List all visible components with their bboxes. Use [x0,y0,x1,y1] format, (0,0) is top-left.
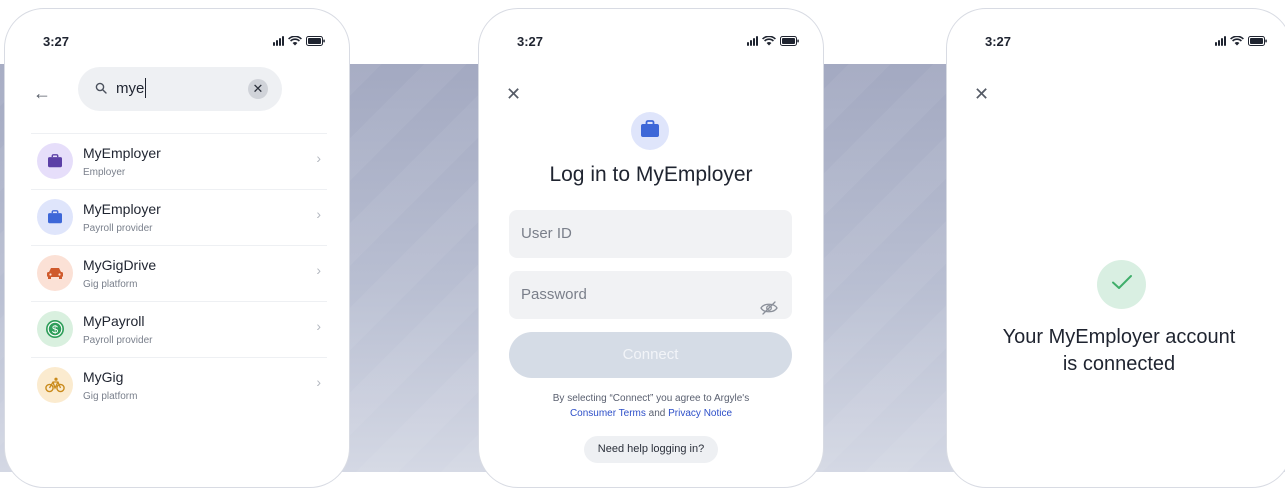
user-id-placeholder: User ID [521,225,572,242]
close-icon[interactable]: ✕ [506,85,521,103]
eye-off-icon[interactable] [760,287,778,335]
search-query[interactable]: mye [116,80,144,97]
connected-message: Your MyEmployer account is connected [947,324,1285,378]
result-name: MyEmployer [83,145,161,161]
status-icons [1215,36,1267,46]
terms-prefix: By selecting “Connect” you agree to Argy… [552,393,750,404]
phone-search-screen: 3:27 ← mye ✕ MyEmployer Employer › MyEmploy… [4,8,350,488]
signal-icon [1215,36,1226,46]
result-row[interactable]: MyGigDrive Gig platform › [31,245,327,301]
result-type: Gig platform [83,279,138,290]
battery-icon [780,36,799,46]
text-caret [145,78,146,98]
result-name: MyGig [83,369,124,385]
password-input[interactable]: Password [509,271,792,319]
terms-links: Consumer Terms and Privacy Notice [479,406,823,421]
result-type: Gig platform [83,391,138,402]
wifi-icon [1230,36,1244,46]
password-placeholder: Password [521,286,587,303]
close-icon[interactable]: ✕ [974,85,989,103]
employer-logo [631,112,669,150]
briefcase-icon [37,199,73,235]
login-title: Log in to MyEmployer [549,163,753,186]
search-icon [95,81,107,99]
status-bar: 3:27 [479,34,823,54]
chevron-right-icon: › [316,206,321,222]
status-time: 3:27 [43,34,70,49]
dollar-icon: $ [37,311,73,347]
chevron-right-icon: › [316,262,321,278]
status-icons [747,36,799,46]
signal-icon [273,36,284,46]
battery-icon [306,36,325,46]
connect-button[interactable]: Connect [509,332,792,378]
success-badge [1097,260,1146,309]
result-type: Payroll provider [83,223,153,234]
signal-icon [747,36,758,46]
phone-login-screen: 3:27 ✕ Log in to MyEmployer User ID Pass… [478,8,824,488]
status-time: 3:27 [517,34,544,49]
need-help-button[interactable]: Need help logging in? [584,436,718,463]
status-bar: 3:27 [5,34,349,54]
chevron-right-icon: › [316,150,321,166]
phone-success-screen: 3:27 ✕ Your MyEmployer account is connec… [946,8,1285,488]
result-row[interactable]: MyEmployer Payroll provider › [31,189,327,245]
connected-message-line1: Your MyEmployer account [1002,326,1236,348]
result-row[interactable]: MyEmployer Employer › [31,133,327,189]
user-id-input[interactable]: User ID [509,210,792,258]
bicycle-icon [37,367,73,403]
wifi-icon [288,36,302,46]
wifi-icon [762,36,776,46]
result-row[interactable]: $ MyPayroll Payroll provider › [31,301,327,357]
result-name: MyPayroll [83,313,145,329]
search-field[interactable]: mye ✕ [78,67,282,111]
chevron-right-icon: › [316,318,321,334]
result-type: Employer [83,167,126,178]
status-time: 3:27 [985,34,1012,49]
chevron-right-icon: › [316,374,321,390]
battery-icon [1248,36,1267,46]
status-bar: 3:27 [947,34,1285,54]
privacy-notice-link[interactable]: Privacy Notice [668,408,732,419]
clear-search-button[interactable]: ✕ [248,79,268,99]
result-type: Payroll provider [83,335,153,346]
terms-text: By selecting “Connect” you agree to Argy… [479,391,823,421]
terms-and: and [645,408,669,419]
status-icons [273,36,325,46]
car-icon [37,255,73,291]
search-results-list: MyEmployer Employer › MyEmployer Payroll pro… [31,133,327,413]
briefcase-icon [37,143,73,179]
svg-text:$: $ [52,324,58,336]
result-name: MyGigDrive [83,257,157,273]
result-name: MyEmployer [83,201,161,217]
connected-message-line2: is connected [1062,353,1176,375]
checkmark-icon [1111,274,1133,295]
briefcase-icon [640,119,660,143]
result-row[interactable]: MyGig Gig platform › [31,357,327,413]
back-arrow-icon[interactable]: ← [33,83,51,104]
consumer-terms-link[interactable]: Consumer Terms [570,408,646,419]
